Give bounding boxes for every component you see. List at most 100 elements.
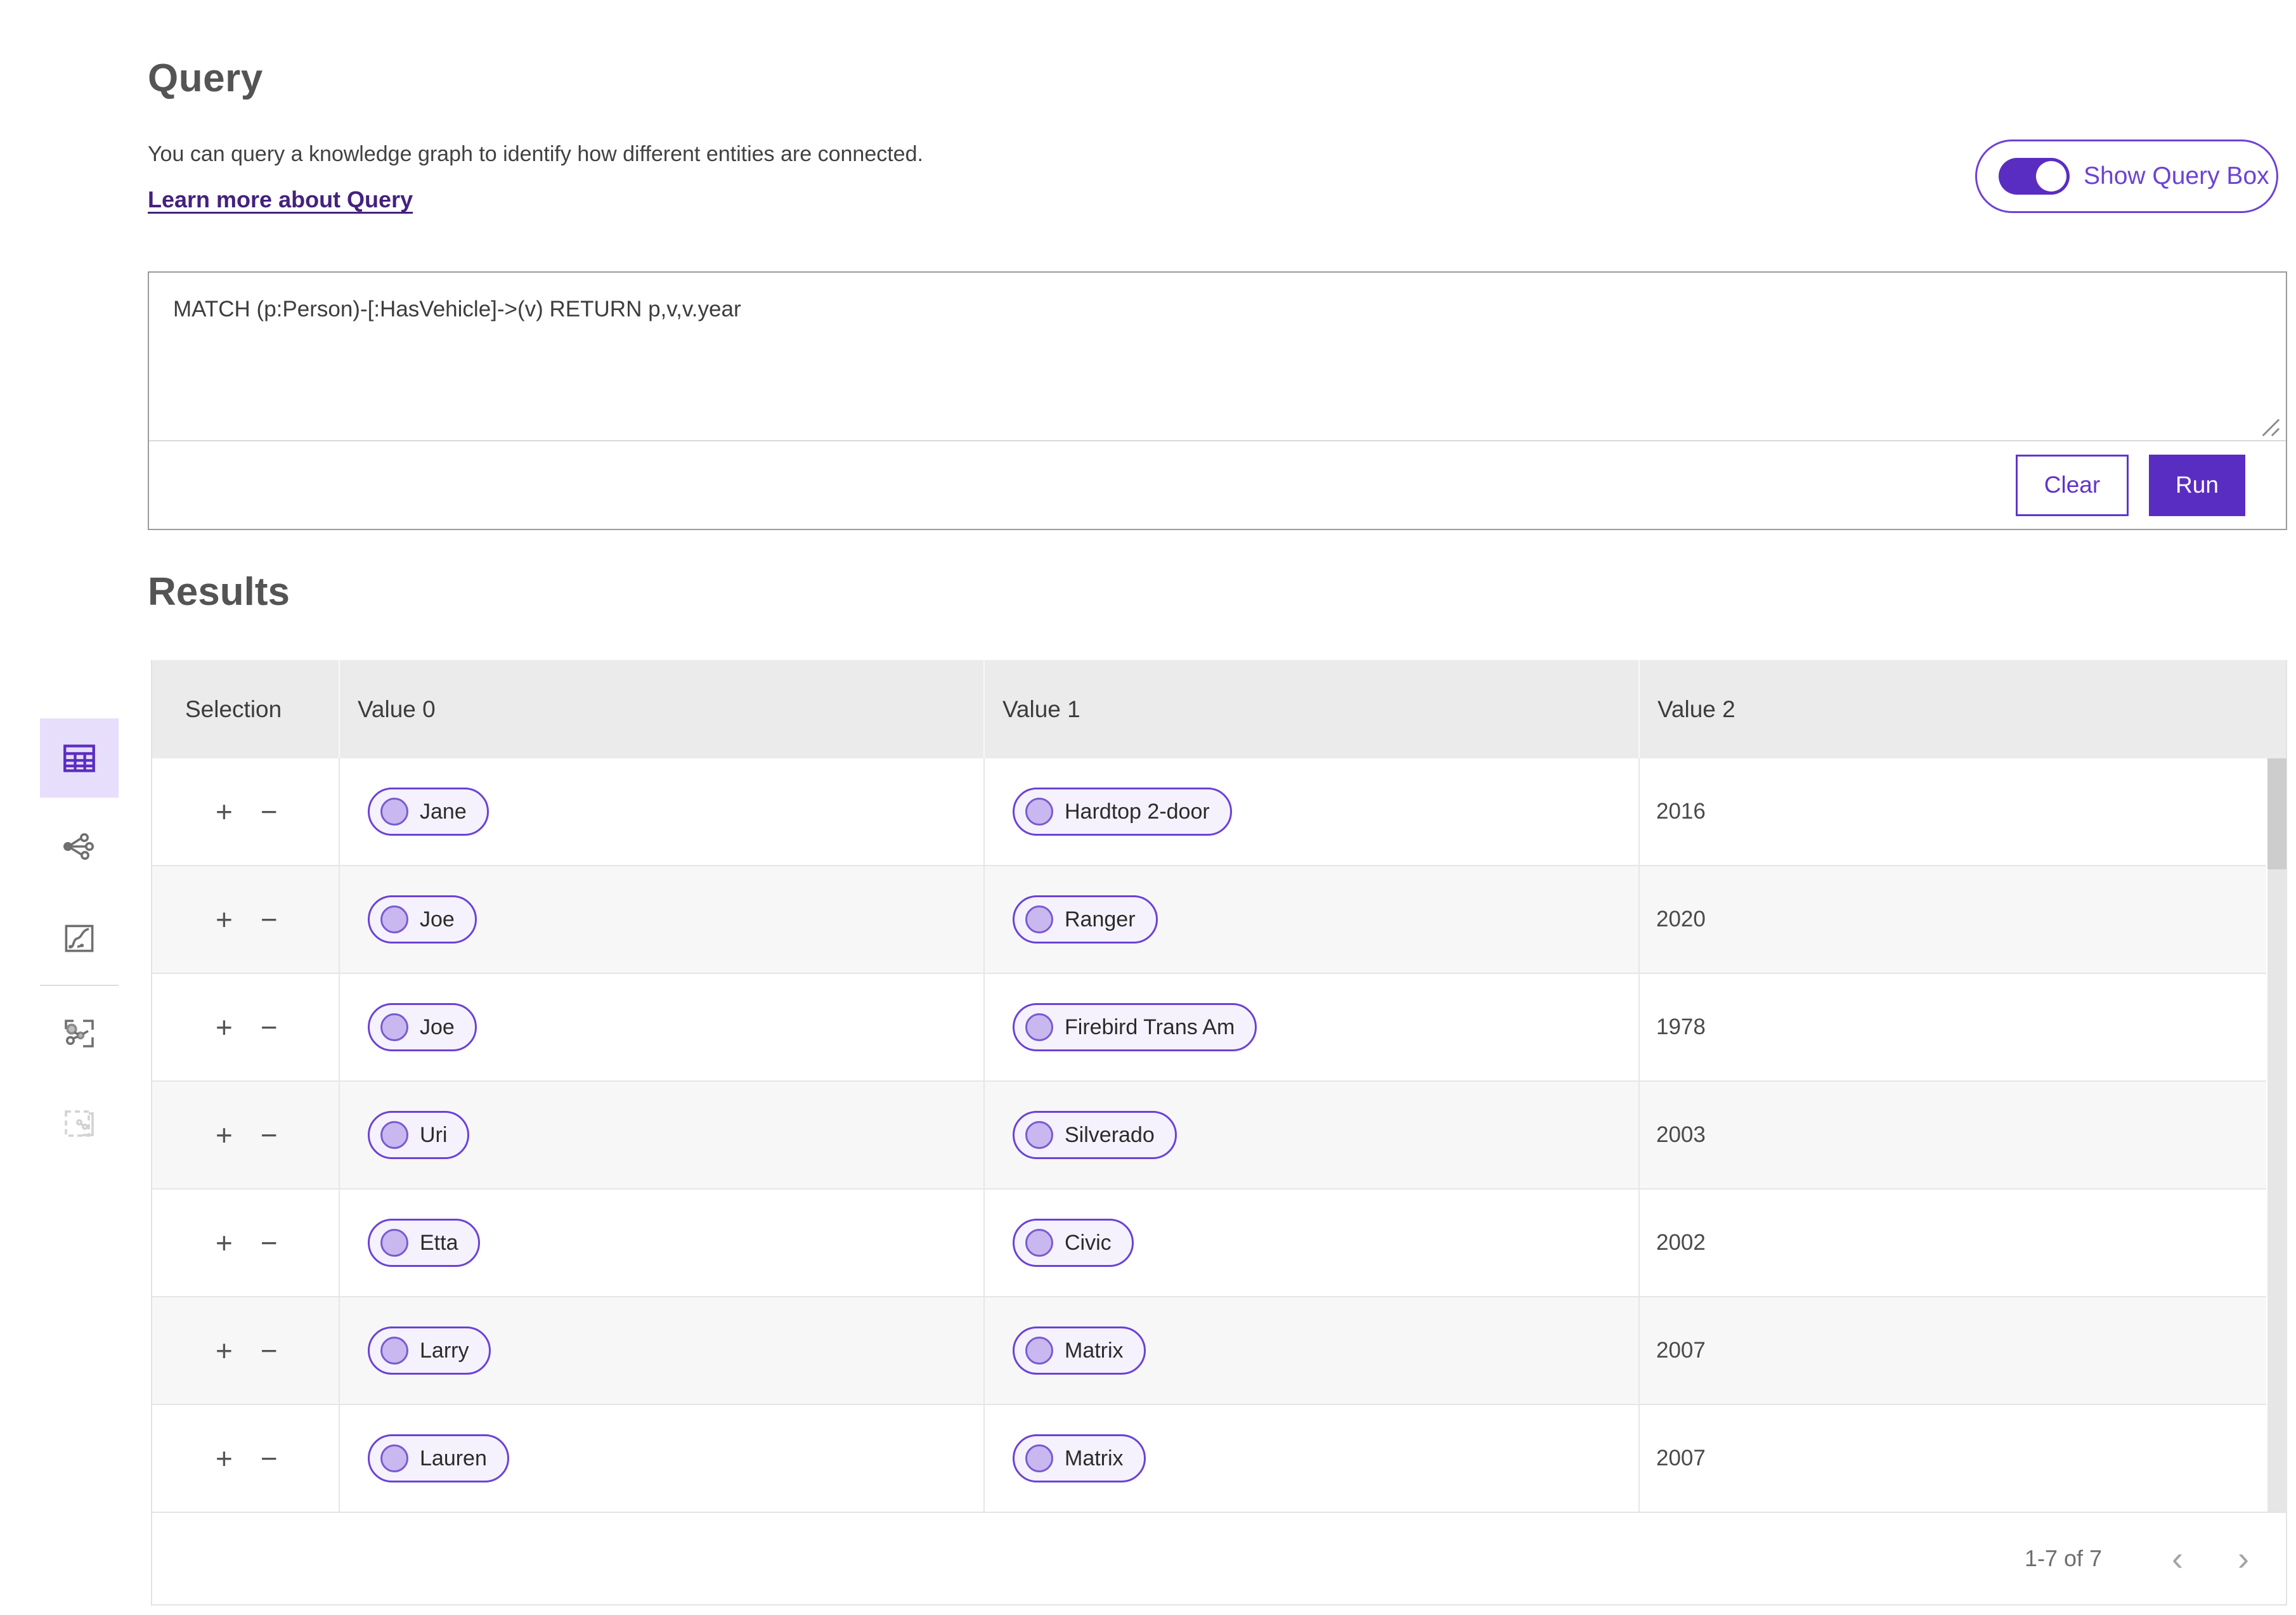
node-circle-icon xyxy=(1025,1121,1053,1149)
node-chip-person[interactable]: Jane xyxy=(368,788,489,836)
selection-cell: + − xyxy=(152,866,339,973)
selection-cell: + − xyxy=(152,1190,339,1296)
node-circle-icon xyxy=(1025,905,1053,933)
table-row: + − Jane Hardtop 2-door 2016 xyxy=(152,758,2266,866)
remove-selection-button[interactable]: − xyxy=(261,1336,278,1365)
node-chip-person[interactable]: Joe xyxy=(368,1003,477,1051)
textarea-resize-handle[interactable] xyxy=(2259,416,2281,438)
sidebar-item-expand-graph[interactable] xyxy=(40,1002,119,1065)
node-chip-person[interactable]: Larry xyxy=(368,1326,491,1375)
sidebar-item-table-view[interactable] xyxy=(40,718,119,798)
node-chip-vehicle[interactable]: Firebird Trans Am xyxy=(1013,1003,1257,1051)
pagination-range-label: 1-7 of 7 xyxy=(2024,1545,2103,1571)
year-value: 2007 xyxy=(1638,1297,2266,1404)
network-icon xyxy=(63,833,94,860)
sidebar-item-route-view[interactable] xyxy=(40,907,119,970)
node-chip-vehicle[interactable]: Matrix xyxy=(1013,1326,1146,1375)
node-chip-vehicle[interactable]: Silverado xyxy=(1013,1111,1177,1159)
node-circle-icon xyxy=(380,1121,408,1149)
node-circle-icon xyxy=(380,1337,408,1365)
node-circle-icon xyxy=(1025,1337,1053,1365)
table-row: + − Uri Silverado 2003 xyxy=(152,1082,2266,1190)
year-value: 2002 xyxy=(1638,1190,2266,1296)
year-value: 2016 xyxy=(1638,758,2266,865)
query-page: Query You can query a knowledge graph to… xyxy=(0,0,2296,1615)
run-button[interactable]: Run xyxy=(2149,454,2245,516)
node-circle-icon xyxy=(380,798,408,826)
table-row: + − Etta Civic 2002 xyxy=(152,1190,2266,1297)
scrollbar-thumb[interactable] xyxy=(2267,758,2286,869)
year-value: 2003 xyxy=(1638,1082,2266,1188)
results-table: Selection Value 0 Value 1 Value 2 + − Ja… xyxy=(151,660,2287,1605)
show-query-box-toggle[interactable]: Show Query Box xyxy=(1975,139,2278,213)
node-chip-person[interactable]: Etta xyxy=(368,1219,481,1267)
year-value: 2020 xyxy=(1638,866,2266,973)
node-chip-person[interactable]: Joe xyxy=(368,895,477,944)
add-selection-button[interactable]: + xyxy=(216,1444,233,1473)
add-selection-button[interactable]: + xyxy=(216,1336,233,1365)
node-chip-vehicle[interactable]: Civic xyxy=(1013,1219,1134,1267)
query-input[interactable]: MATCH (p:Person)-[:HasVehicle]->(v) RETU… xyxy=(149,273,2286,440)
remove-selection-button[interactable]: − xyxy=(261,797,278,826)
table-icon xyxy=(63,744,95,772)
toggle-label: Show Query Box xyxy=(2084,162,2269,190)
node-circle-icon xyxy=(380,1229,408,1257)
remove-selection-button[interactable]: − xyxy=(261,1228,278,1257)
table-body: + − Jane Hardtop 2-door 2016 + − Joe Ran… xyxy=(152,758,2266,1513)
table-pagination: 1-7 of 7 ‹ › xyxy=(152,1512,2286,1604)
remove-selection-button[interactable]: − xyxy=(261,1444,278,1473)
dashed-selection-icon xyxy=(65,1110,94,1137)
remove-selection-button[interactable]: − xyxy=(261,1120,278,1150)
node-circle-icon xyxy=(1025,1229,1053,1257)
selection-cell: + − xyxy=(152,1297,339,1404)
query-panel: MATCH (p:Person)-[:HasVehicle]->(v) RETU… xyxy=(148,271,2287,530)
selection-cell: + − xyxy=(152,974,339,1080)
route-icon xyxy=(65,924,94,952)
column-header-value1: Value 1 xyxy=(983,660,1638,758)
column-header-value0: Value 0 xyxy=(339,660,983,758)
remove-selection-button[interactable]: − xyxy=(261,905,278,934)
node-circle-icon xyxy=(1025,1013,1053,1041)
pagination-prev-button[interactable]: ‹ xyxy=(2172,1541,2183,1576)
year-value: 1978 xyxy=(1638,974,2266,1080)
page-title: Query xyxy=(148,56,263,100)
node-chip-vehicle[interactable]: Ranger xyxy=(1013,895,1158,944)
add-selection-button[interactable]: + xyxy=(216,1228,233,1257)
toggle-switch-icon xyxy=(1999,158,2070,195)
table-row: + − Joe Firebird Trans Am 1978 xyxy=(152,974,2266,1082)
add-selection-button[interactable]: + xyxy=(216,905,233,934)
node-circle-icon xyxy=(1025,798,1053,826)
add-selection-button[interactable]: + xyxy=(216,797,233,826)
year-value: 2007 xyxy=(1638,1405,2266,1512)
node-chip-person[interactable]: Uri xyxy=(368,1111,470,1159)
node-chip-vehicle[interactable]: Matrix xyxy=(1013,1434,1146,1482)
pagination-next-button[interactable]: › xyxy=(2238,1541,2249,1576)
node-circle-icon xyxy=(1025,1444,1053,1472)
node-circle-icon xyxy=(380,905,408,933)
table-header-row: Selection Value 0 Value 1 Value 2 xyxy=(152,660,2286,758)
table-row: + − Joe Ranger 2020 xyxy=(152,866,2266,974)
add-selection-button[interactable]: + xyxy=(216,1120,233,1150)
table-row: + − Lauren Matrix 2007 xyxy=(152,1405,2266,1513)
learn-more-link[interactable]: Learn more about Query xyxy=(148,186,413,213)
selection-cell: + − xyxy=(152,758,339,865)
results-title: Results xyxy=(148,570,290,614)
table-row: + − Larry Matrix 2007 xyxy=(152,1297,2266,1405)
column-header-selection: Selection xyxy=(185,696,282,722)
add-selection-button[interactable]: + xyxy=(216,1013,233,1042)
node-chip-person[interactable]: Lauren xyxy=(368,1434,509,1482)
sidebar-divider xyxy=(40,985,119,986)
node-chip-vehicle[interactable]: Hardtop 2-door xyxy=(1013,788,1232,836)
node-circle-icon xyxy=(380,1444,408,1472)
table-scrollbar[interactable] xyxy=(2267,758,2286,1513)
sidebar-item-selection-tool xyxy=(40,1092,119,1155)
clear-button[interactable]: Clear xyxy=(2016,454,2129,516)
selection-cell: + − xyxy=(152,1082,339,1188)
column-header-value2: Value 2 xyxy=(1638,660,2286,758)
node-circle-icon xyxy=(380,1013,408,1041)
graph-expand-icon xyxy=(65,1020,94,1047)
selection-cell: + − xyxy=(152,1405,339,1512)
view-sidebar xyxy=(40,718,119,1156)
sidebar-item-graph-view[interactable] xyxy=(40,815,119,878)
remove-selection-button[interactable]: − xyxy=(261,1013,278,1042)
